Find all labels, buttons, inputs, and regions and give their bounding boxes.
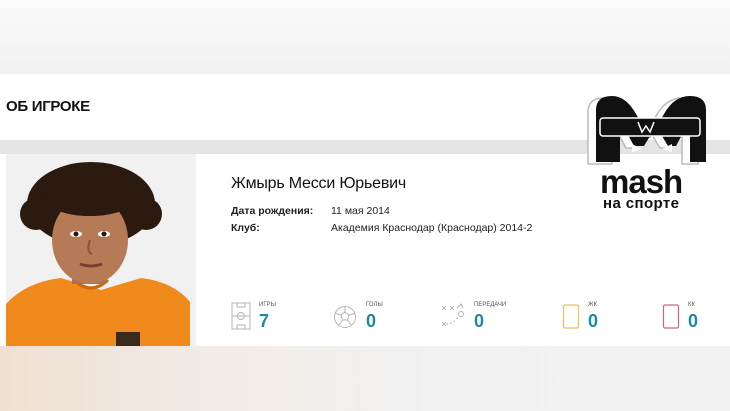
club-label: Клуб: xyxy=(231,222,260,234)
stat-value: 0 xyxy=(366,311,377,331)
club-value: Академия Краснодар (Краснодар) 2014-2 xyxy=(331,222,533,234)
tactics-icon xyxy=(441,303,464,327)
stat-value: 0 xyxy=(588,311,599,331)
birth-date-value: 11 мая 2014 xyxy=(331,205,390,217)
stat-value: 0 xyxy=(688,311,699,331)
bottom-background xyxy=(0,346,730,411)
birth-date-label: Дата рождения: xyxy=(231,205,314,217)
stat-label: жк xyxy=(588,302,598,308)
pitch-icon xyxy=(231,302,251,330)
stat-label: голы xyxy=(366,302,383,308)
logo-wordmark: mash xyxy=(600,163,683,200)
top-background xyxy=(0,0,730,74)
yellow-card-icon xyxy=(562,304,580,329)
stat-value: 7 xyxy=(259,311,270,331)
stat-label: кк xyxy=(688,302,695,308)
stat-label: передачи xyxy=(474,302,507,308)
stat-value: 0 xyxy=(474,311,485,331)
ball-icon xyxy=(334,306,356,328)
player-name: Жмырь Месси Юрьевич xyxy=(231,175,407,192)
logo-subtitle: на спорте xyxy=(603,195,680,212)
red-card-icon xyxy=(662,304,680,329)
section-title: ОБ ИГРОКЕ xyxy=(6,98,90,115)
player-photo xyxy=(6,154,196,346)
stat-label: игры xyxy=(259,302,276,308)
